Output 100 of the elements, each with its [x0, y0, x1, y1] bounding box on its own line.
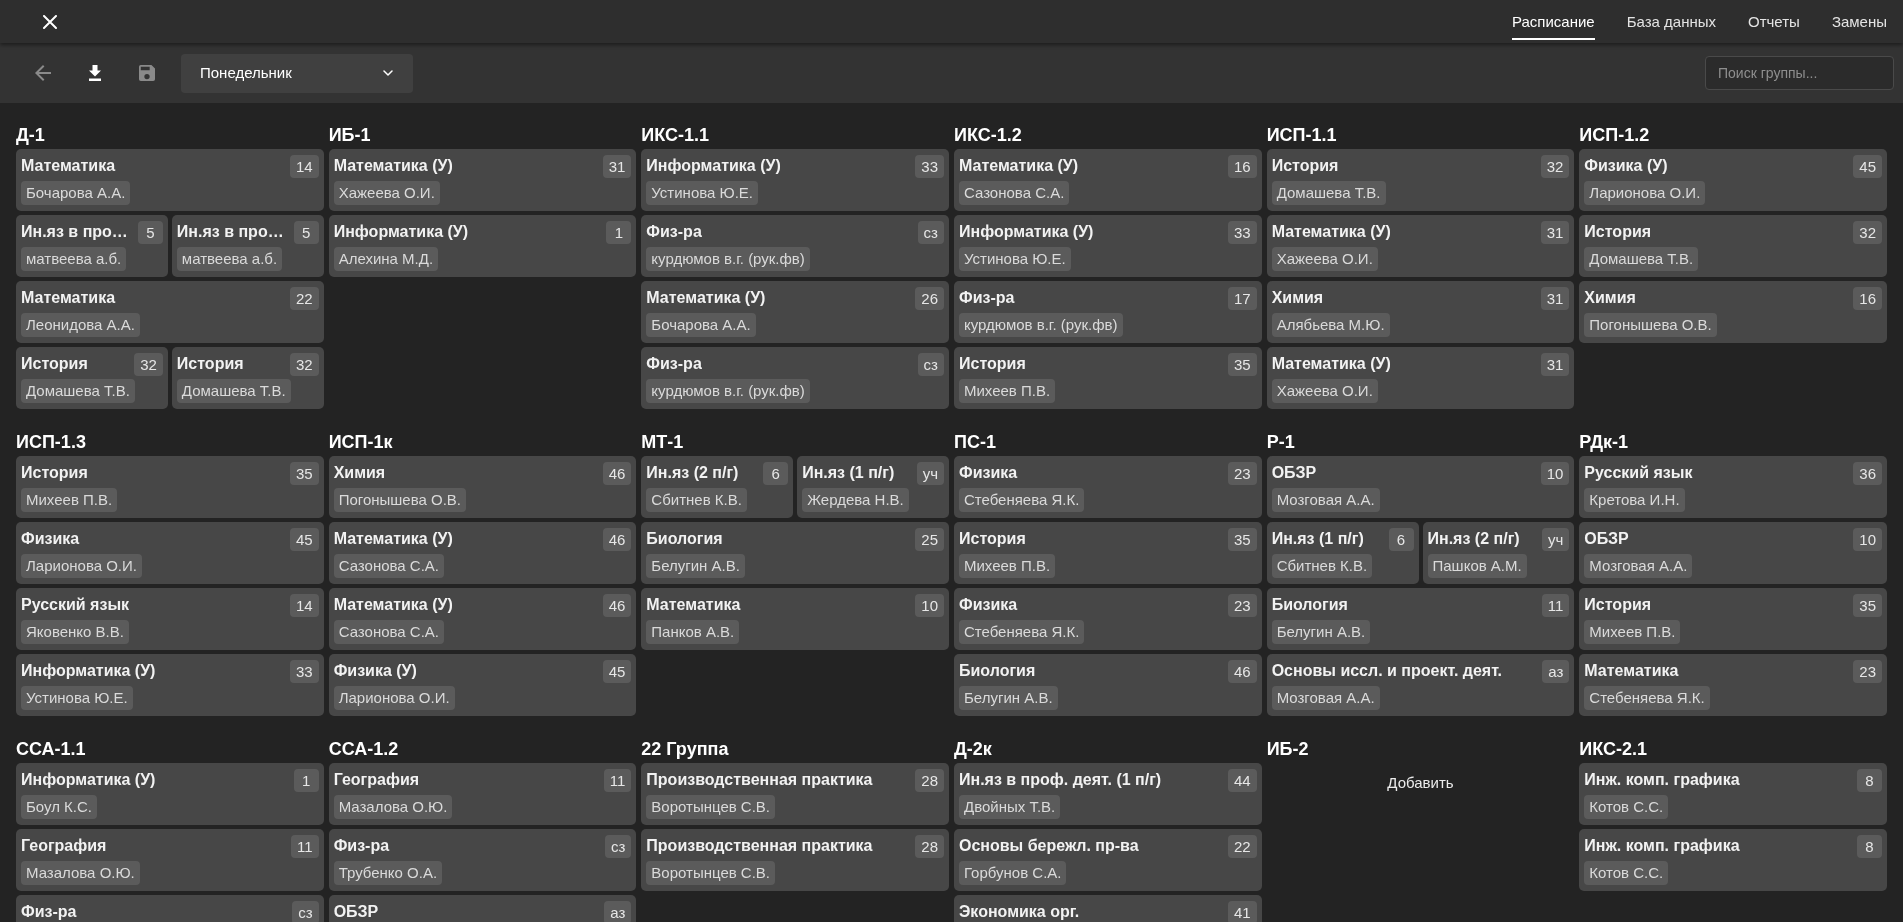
lesson-card[interactable]: Математика 23 Стебеняева Я.К. — [1579, 654, 1887, 716]
lesson-card[interactable]: Производственная практика 28 Воротынцев С.В. — [641, 763, 949, 825]
lesson-card[interactable]: История 35 Михеев П.В. — [16, 456, 324, 518]
subject-name: Математика (У) — [1271, 222, 1391, 242]
teacher-tag: Белугин А.В. — [959, 686, 1058, 710]
teacher-tag: Кретова И.Н. — [1584, 488, 1685, 512]
lesson-card[interactable]: Химия 16 Погонышева О.В. — [1579, 281, 1887, 343]
lesson-card[interactable]: Русский язык 36 Кретова И.Н. — [1579, 456, 1887, 518]
group-title: ССА-1.2 — [328, 738, 400, 760]
lesson-card[interactable]: История 35 Михеев П.В. — [954, 347, 1262, 409]
lesson-card[interactable]: История 35 Михеев П.В. — [1579, 588, 1887, 650]
room-badge: 16 — [1853, 287, 1882, 310]
day-dropdown[interactable]: Понедельник — [181, 53, 413, 93]
lesson-card[interactable]: Математика (У) 46 Сазонова С.А. — [328, 588, 637, 650]
lesson-card[interactable]: Математика 14 Бочарова А.А. — [16, 149, 324, 211]
lesson-card[interactable]: Физ-ра сз курдюмов в.г. (рук.фв) — [641, 215, 949, 277]
lesson-card[interactable]: История 32 Домашева Т.В. — [1266, 149, 1575, 211]
group-title: Д-1 — [16, 124, 46, 146]
room-badge: аз — [1542, 660, 1570, 683]
lesson-card[interactable]: ОБЗР 10 Мозговая А.А. — [1579, 522, 1887, 584]
lesson-card[interactable]: Химия 31 Алябьева М.Ю. — [1266, 281, 1575, 343]
lesson-card[interactable]: Инж. комп. графика 8 Котов С.С. — [1579, 829, 1887, 891]
lesson-card[interactable]: Ин.яз в про… 5 матвеева а.б. — [171, 215, 324, 277]
subject-name: История — [1584, 595, 1652, 615]
subject-name: Математика (У) — [333, 156, 453, 176]
subject-name: Математика (У) — [959, 156, 1079, 176]
lesson-card[interactable]: Математика (У) 31 Хажеева О.И. — [1266, 347, 1575, 409]
lesson-card[interactable]: Физика (У) 45 Ларионова О.И. — [328, 654, 637, 716]
subject-name: Ин.яз в про… — [176, 222, 284, 242]
nav-tab[interactable]: Отчеты — [1748, 0, 1800, 40]
lesson-card[interactable]: История 32 Домашева Т.В. — [171, 347, 324, 409]
lesson-card[interactable]: История 35 Михеев П.В. — [954, 522, 1262, 584]
lesson-card[interactable]: Инж. комп. графика 8 Котов С.С. — [1579, 763, 1887, 825]
lesson-card[interactable]: Биология 25 Белугин А.В. — [641, 522, 949, 584]
chevron-down-icon — [383, 70, 393, 76]
lesson-card[interactable]: Информатика (У) 1 Алехина М.Д. — [328, 215, 637, 277]
room-badge: 41 — [1227, 901, 1257, 922]
lesson-card[interactable]: ОБЗР 10 Мозговая А.А. — [1266, 456, 1575, 518]
subject-name: Физика — [21, 529, 80, 549]
lesson-card[interactable]: История 32 Домашева Т.В. — [16, 347, 168, 409]
lesson-card[interactable]: Русский язык 14 Яковенко В.В. — [16, 588, 324, 650]
lesson-card[interactable]: Ин.яз в проф. деят. (1 п/г) 44 Двойных Т.В. — [954, 763, 1262, 825]
subject-name: Физика (У) — [333, 661, 417, 681]
search-field[interactable]: Поиск группы... — [1705, 56, 1894, 90]
teacher-tag: Домашева Т.В. — [21, 379, 135, 403]
subject-name: Физ-ра — [646, 222, 702, 242]
subject-name: Инж. комп. графика — [1584, 770, 1740, 790]
lesson-card[interactable]: Математика 22 Леонидова А.А. — [16, 281, 324, 343]
lesson-card[interactable]: Основы иссл. и проект. деят. аз Мозговая А.А. — [1266, 654, 1575, 716]
lesson-card[interactable]: Ин.яз в про… 5 матвеева а.б. — [16, 215, 168, 277]
lesson-card[interactable]: Информатика (У) 33 Устинова Ю.Е. — [16, 654, 324, 716]
lesson-card[interactable]: Ин.яз (1 п/г) 6 Сбитнев К.В. — [1266, 522, 1419, 584]
lesson-card[interactable]: Физ-ра сз курдюмов в.г. (рук.фв) — [641, 347, 949, 409]
lesson-card[interactable]: Ин.яз (1 п/г) уч Жердева Н.В. — [797, 456, 949, 518]
lesson-card[interactable]: Математика 10 Панков А.В. — [641, 588, 949, 650]
lesson-card[interactable]: Экономика орг. 41 — [954, 895, 1262, 922]
lesson-card[interactable]: Информатика (У) 33 Устинова Ю.Е. — [954, 215, 1262, 277]
lesson-card[interactable]: Физика 23 Стебеняева Я.К. — [954, 588, 1262, 650]
lesson-card[interactable]: Математика (У) 31 Хажеева О.И. — [328, 149, 637, 211]
lesson-card[interactable]: Физика 45 Ларионова О.И. — [16, 522, 324, 584]
room-badge: 6 — [1388, 528, 1414, 551]
lesson-card[interactable]: История 32 Домашева Т.В. — [1579, 215, 1887, 277]
nav-tab[interactable]: Замены — [1831, 0, 1887, 40]
teacher-tag: Хажеева О.И. — [1271, 247, 1378, 271]
lesson-card[interactable]: Биология 11 Белугин А.В. — [1266, 588, 1575, 650]
teacher-tag: Стебеняева Я.К. — [959, 620, 1085, 644]
lesson-card[interactable]: Математика (У) 46 Сазонова С.А. — [328, 522, 637, 584]
teacher-tag: Сазонова С.А. — [959, 181, 1070, 205]
subject-name: Физ-ра — [333, 836, 390, 856]
lesson-card[interactable]: Математика (У) 16 Сазонова С.А. — [954, 149, 1262, 211]
lesson-card[interactable]: Производственная практика 28 Воротынцев С.В. — [641, 829, 949, 891]
lesson-card[interactable]: Ин.яз (2 п/г) 6 Сбитнев К.В. — [641, 456, 794, 518]
teacher-tag: курдюмов в.г. (рук.фв) — [959, 313, 1123, 337]
lesson-card[interactable]: Физика (У) 45 Ларионова О.И. — [1579, 149, 1887, 211]
teacher-tag: Бочарова А.А. — [21, 181, 131, 205]
nav-tab[interactable]: База данных — [1626, 0, 1716, 40]
teacher-tag: Домашева Т.В. — [1584, 247, 1699, 271]
lesson-card[interactable]: Физ-ра сз Трубенко О.А. — [328, 829, 637, 891]
lesson-card[interactable]: Информатика (У) 33 Устинова Ю.Е. — [641, 149, 949, 211]
lesson-card[interactable]: Ин.яз (2 п/г) уч Пашков А.М. — [1422, 522, 1575, 584]
group-title: ИКС-1.1 — [641, 124, 711, 146]
lesson-card[interactable]: Физ-ра сз — [16, 895, 324, 922]
download-icon — [88, 65, 102, 81]
room-badge: 45 — [1853, 155, 1882, 178]
subject-name: Математика (У) — [1271, 354, 1391, 374]
lesson-card[interactable]: Химия 46 Погонышева О.В. — [328, 456, 637, 518]
lesson-card[interactable]: География 11 Мазалова О.Ю. — [16, 829, 324, 891]
lesson-card[interactable]: ОБЗР аз — [328, 895, 637, 922]
lesson-card[interactable]: География 11 Мазалова О.Ю. — [328, 763, 637, 825]
lesson-card[interactable]: Физика 23 Стебеняева Я.К. — [954, 456, 1262, 518]
lesson-card[interactable]: Информатика (У) 1 Боул К.С. — [16, 763, 324, 825]
lesson-card[interactable]: Биология 46 Белугин А.В. — [954, 654, 1262, 716]
add-button[interactable]: Добавить — [1371, 763, 1470, 803]
lesson-card[interactable]: Математика (У) 31 Хажеева О.И. — [1266, 215, 1575, 277]
lesson-card[interactable]: Математика (У) 26 Бочарова А.А. — [641, 281, 949, 343]
lesson-card[interactable]: Основы бережл. пр-ва 22 Горбунов С.А. — [954, 829, 1262, 891]
nav-tab[interactable]: Расписание — [1511, 0, 1595, 40]
teacher-tag: Хажеева О.И. — [1271, 379, 1378, 403]
lesson-card[interactable]: Физ-ра 17 курдюмов в.г. (рук.фв) — [954, 281, 1262, 343]
teacher-tag: Устинова Ю.Е. — [959, 247, 1071, 271]
